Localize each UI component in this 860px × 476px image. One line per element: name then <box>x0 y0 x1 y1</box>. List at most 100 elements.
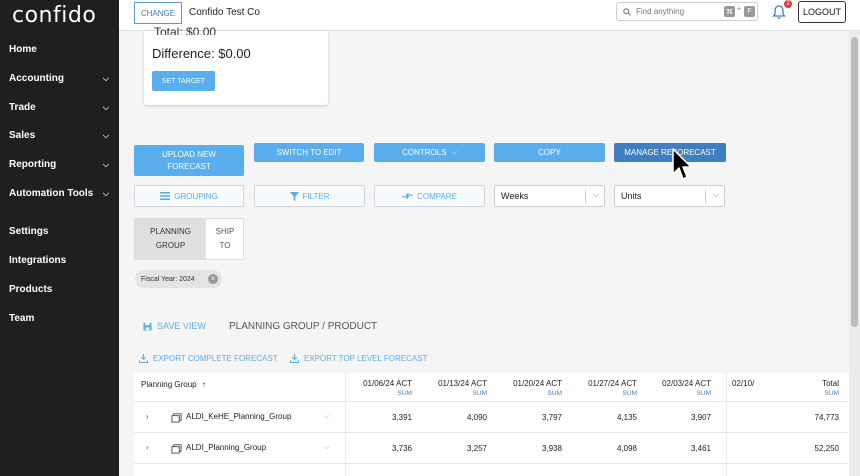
total-column-header[interactable]: Total <box>779 379 839 388</box>
sidebar-item-accounting[interactable]: Accounting ⌵ <box>9 73 109 84</box>
table-cell[interactable]: 3,797 <box>496 413 562 422</box>
chip-label: Fiscal Year: 2024 <box>141 275 195 283</box>
controls-button[interactable]: CONTROLS ⌵ <box>374 143 485 162</box>
row-total[interactable]: 74,773 <box>779 413 839 422</box>
change-company-button[interactable]: CHANGE <box>134 2 182 24</box>
table-cell[interactable]: 3,461 <box>645 444 711 453</box>
filter-button[interactable]: FILTER <box>254 185 365 207</box>
download-icon <box>290 354 299 363</box>
chevron-down-icon[interactable]: ⌵ <box>324 444 329 452</box>
toggle-ship-to[interactable]: SHIP TO <box>206 219 244 259</box>
sum-label: SUM <box>472 390 487 397</box>
chevron-down-icon: ⌵ <box>102 188 109 198</box>
table-cell[interactable]: 3,391 <box>346 413 412 422</box>
difference-value: Difference: $0.00 <box>152 46 251 61</box>
kbd-command-icon: ⌘ <box>724 6 735 17</box>
chevron-down-icon: ⌵ <box>102 102 109 112</box>
export-top-level-forecast-link[interactable]: EXPORT TOP LEVEL FORECAST <box>290 354 427 363</box>
close-icon[interactable]: × <box>208 274 218 284</box>
save-view-label: SAVE VIEW <box>157 321 206 331</box>
sidebar-item-automation-tools[interactable]: Automation Tools ⌵ <box>9 188 109 199</box>
column-divider <box>345 373 346 476</box>
set-target-button[interactable]: SET TARGET <box>152 71 215 91</box>
sidebar-item-products[interactable]: Products <box>9 284 109 295</box>
table-cell[interactable]: 3,257 <box>421 444 487 453</box>
chevron-down-icon[interactable]: ⌵ <box>324 413 329 421</box>
table-cell[interactable]: 3,938 <box>496 444 562 453</box>
kbd-plus: + <box>737 6 742 13</box>
table-cell[interactable]: 3,907 <box>645 413 711 422</box>
toggle-planning-group[interactable]: PLANNING GROUP <box>135 219 206 259</box>
sidebar-item-label: Sales <box>9 130 36 141</box>
chevron-down-icon: ⌵ <box>451 148 457 156</box>
fiscal-year-chip: Fiscal Year: 2024 × <box>135 270 222 288</box>
upload-label-line2: FORECAST <box>167 161 211 171</box>
sidebar-item-sales[interactable]: Sales ⌵ <box>9 130 109 141</box>
grouping-button[interactable]: GROUPING <box>134 185 244 207</box>
toggle-label-line1: PLANNING <box>150 227 191 236</box>
scrollbar-thumb[interactable] <box>851 37 858 327</box>
company-name: Confido Test Co <box>189 7 260 18</box>
upload-new-forecast-button[interactable]: UPLOAD NEW FORECAST <box>134 145 244 176</box>
column-header-0113[interactable]: 01/13/24 ACT <box>421 379 487 388</box>
column-header-0127[interactable]: 01/27/24 ACT <box>571 379 637 388</box>
sidebar-item-label: Automation Tools <box>9 188 94 199</box>
filter-icon <box>289 191 299 201</box>
row-name: ALDI_Planning_Group <box>186 443 267 452</box>
compare-button[interactable]: COMPARE <box>374 185 485 207</box>
sidebar-item-team[interactable]: Team <box>9 313 109 324</box>
period-select[interactable]: Weeks ⌵ <box>494 185 605 207</box>
sidebar-item-label: Team <box>9 313 35 324</box>
search-input[interactable]: Find anything ⌘ + F <box>616 2 758 21</box>
group-folder-icon <box>171 444 182 454</box>
breadcrumb: PLANNING GROUP / PRODUCT <box>229 321 378 332</box>
sum-label: SUM <box>622 390 637 397</box>
table-cell[interactable]: 4,098 <box>571 444 637 453</box>
sort-ascending-icon[interactable]: ↑ <box>202 380 206 389</box>
logout-button[interactable]: LOGOUT <box>798 1 846 23</box>
sidebar-item-label: Trade <box>9 102 36 113</box>
export-complete-forecast-link[interactable]: EXPORT COMPLETE FORECAST <box>139 354 278 363</box>
column-header-0106[interactable]: 01/06/24 ACT <box>346 379 412 388</box>
table-cell[interactable]: 4,090 <box>421 413 487 422</box>
sidebar-item-label: Integrations <box>9 255 67 266</box>
group-column-header[interactable]: Planning Group ↑ <box>141 380 206 389</box>
sidebar-item-home[interactable]: Home <box>9 44 109 55</box>
chevron-right-icon[interactable]: › <box>146 443 149 452</box>
brand-logo[interactable]: confido <box>12 3 96 28</box>
table-cell[interactable]: 4,135 <box>571 413 637 422</box>
top-bar: CHANGE Confido Test Co Find anything ⌘ +… <box>119 0 860 31</box>
save-view-button[interactable]: SAVE VIEW <box>143 321 206 331</box>
switch-to-edit-button[interactable]: SWITCH TO EDIT <box>254 143 364 162</box>
save-icon <box>143 321 152 331</box>
copy-button[interactable]: COPY <box>494 143 605 162</box>
sidebar-item-label: Home <box>9 44 37 55</box>
export-top-level-label: EXPORT TOP LEVEL FORECAST <box>304 354 428 363</box>
sum-label: SUM <box>696 390 711 397</box>
sidebar-item-reporting[interactable]: Reporting ⌵ <box>9 159 109 170</box>
column-header-0203[interactable]: 02/03/24 ACT <box>645 379 711 388</box>
toggle-label-line2: TO <box>219 241 231 250</box>
sidebar-item-integrations[interactable]: Integrations <box>9 255 109 266</box>
sidebar-item-settings[interactable]: Settings <box>9 226 109 237</box>
measure-value: Units <box>621 191 642 201</box>
group-header-label: Planning Group <box>141 380 197 389</box>
notification-badge: 2 <box>784 0 792 8</box>
upload-label-line1: UPLOAD NEW <box>162 149 216 159</box>
measure-select[interactable]: Units ⌵ <box>614 185 725 207</box>
search-icon <box>623 7 631 16</box>
chevron-down-icon: ⌵ <box>102 130 109 140</box>
row-total[interactable]: 52,250 <box>779 444 839 453</box>
group-folder-icon <box>171 413 182 423</box>
download-icon <box>139 354 148 363</box>
header-divider <box>134 401 849 402</box>
export-complete-label: EXPORT COMPLETE FORECAST <box>153 354 278 363</box>
sidebar: confido Home Accounting ⌵ Trade ⌵ Sales ⌵ R… <box>0 0 119 476</box>
manage-reforecast-button[interactable]: MANAGE REFORECAST <box>614 143 726 162</box>
column-header-0120[interactable]: 01/20/24 ACT <box>496 379 562 388</box>
column-header-0210[interactable]: 02/10/ <box>732 379 756 388</box>
sidebar-item-trade[interactable]: Trade ⌵ <box>9 102 109 113</box>
compare-icon <box>402 192 414 200</box>
chevron-right-icon[interactable]: › <box>146 412 149 421</box>
table-cell[interactable]: 3,736 <box>346 444 412 453</box>
